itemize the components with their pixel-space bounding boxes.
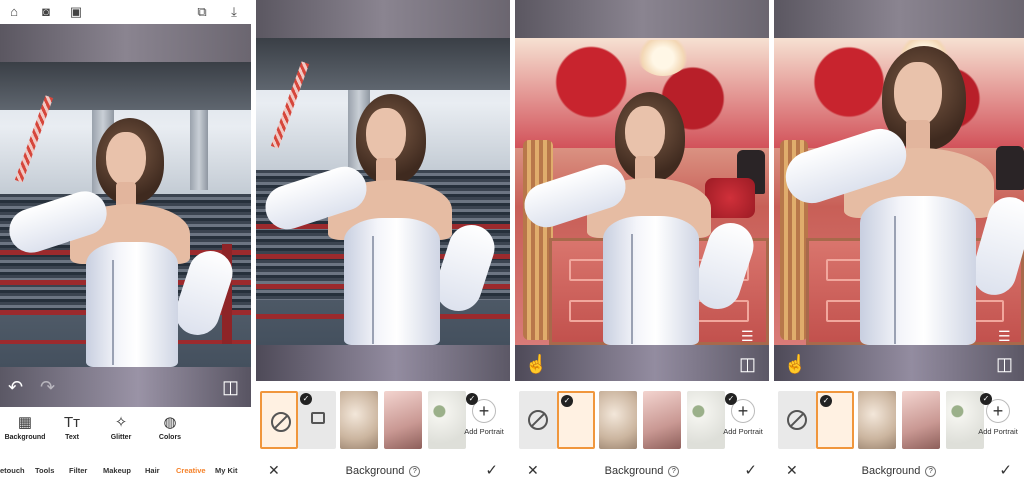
compare-icon[interactable]: ◫	[222, 377, 239, 397]
tab-my-kit[interactable]: My Kit	[215, 466, 238, 475]
image-icon	[311, 412, 325, 424]
background-editor-room: ☰ ☝ ◫ ✓ ✓ + Add Portrait ✕ Background? ✓	[515, 0, 769, 482]
tool-colors[interactable]: ◍ Colors	[145, 412, 195, 441]
upload-background-option[interactable]: ✓	[816, 391, 854, 449]
background-thumbnail[interactable]	[599, 391, 637, 449]
hand-icon[interactable]: ☝	[784, 354, 806, 374]
adjust-icon[interactable]: ☰	[998, 326, 1011, 345]
editor-bottom-bar: ✕ Background? ✓	[515, 460, 769, 482]
tool-glitter[interactable]: ✧ Glitter	[96, 412, 146, 441]
woman-figure	[774, 0, 1024, 345]
canvas-controls: ☝ ◫	[515, 345, 769, 381]
help-icon[interactable]: ?	[668, 466, 680, 477]
background-icon: ▦	[17, 414, 33, 431]
help-icon[interactable]: ?	[409, 466, 421, 477]
compare-icon[interactable]: ◫	[739, 354, 756, 374]
creative-tools: ▦ Background Tт Text ✧ Glitter ◍ Colors	[0, 412, 251, 452]
none-icon	[787, 410, 807, 430]
editor-bottom-bar: ✕ Background? ✓	[774, 460, 1024, 482]
top-toolbar: ⌂ ◙ ▣ ⧉ ⤓	[0, 0, 251, 24]
background-editor-room-scaled: ☰ ☝ ◫ ✓ ✓ + Add Portrait ✕ Background? ✓	[774, 0, 1024, 482]
upload-background-option[interactable]: ✓	[298, 391, 336, 449]
check-icon: ✓	[725, 393, 737, 405]
tab-tools[interactable]: Tools	[35, 466, 54, 475]
woman-figure	[256, 0, 510, 345]
no-background-option[interactable]	[519, 391, 557, 449]
background-editor-none: ✓ ✓ + Add Portrait ✕ Background? ✓	[256, 0, 510, 482]
add-portrait-button[interactable]: ✓ + Add Portrait	[717, 391, 769, 449]
editor-home-screen: ⌂ ◙ ▣ ⧉ ⤓ ↶ ↷ ◫ ▦ Background Tт Text ✧ G…	[0, 0, 251, 482]
none-icon	[271, 412, 291, 432]
none-icon	[528, 410, 548, 430]
background-thumbnail[interactable]	[340, 391, 378, 449]
woman-figure	[515, 0, 769, 345]
confirm-icon[interactable]: ✓	[744, 461, 757, 479]
photo-canvas[interactable]	[256, 0, 510, 345]
background-thumbnails: ✓ ✓ + Add Portrait	[774, 391, 1024, 449]
check-icon: ✓	[820, 395, 832, 407]
adjust-icon[interactable]: ☰	[741, 326, 754, 345]
background-thumbnail[interactable]	[858, 391, 896, 449]
check-icon: ✓	[980, 393, 992, 405]
editor-bottom-bar: ✕ Background? ✓	[256, 460, 510, 482]
compare-icon[interactable]: ◫	[996, 354, 1013, 374]
photo-canvas[interactable]: ☰	[515, 0, 769, 345]
confirm-icon[interactable]: ✓	[485, 461, 498, 479]
edit-history-icon[interactable]: ⧉	[194, 4, 210, 20]
camera-icon[interactable]: ◙	[38, 4, 54, 20]
add-portrait-button[interactable]: ✓ + Add Portrait	[972, 391, 1024, 449]
background-thumbnails: ✓ ✓ + Add Portrait	[256, 391, 510, 449]
confirm-icon[interactable]: ✓	[999, 461, 1012, 479]
background-thumbnail[interactable]	[384, 391, 422, 449]
hand-icon[interactable]: ☝	[525, 354, 547, 374]
glitter-icon: ✧	[114, 414, 128, 431]
canvas-controls	[256, 345, 510, 381]
download-icon[interactable]: ⤓	[226, 4, 242, 20]
undo-icon[interactable]: ↶	[8, 377, 23, 397]
colors-icon: ◍	[163, 414, 177, 431]
no-background-option[interactable]	[778, 391, 816, 449]
woman-figure	[0, 24, 251, 367]
tab-filter[interactable]: Filter	[69, 466, 87, 475]
background-thumbnails: ✓ ✓ + Add Portrait	[515, 391, 769, 449]
text-icon: Tт	[63, 414, 81, 431]
upload-background-option[interactable]: ✓	[557, 391, 595, 449]
add-portrait-button[interactable]: ✓ + Add Portrait	[458, 391, 510, 449]
editor-title: Background	[861, 465, 921, 477]
tab-retouch[interactable]: etouch	[0, 466, 25, 475]
no-background-option[interactable]	[260, 391, 298, 449]
gallery-icon[interactable]: ▣	[68, 4, 84, 20]
canvas-controls: ↶ ↷ ◫	[0, 367, 251, 407]
tab-hair[interactable]: Hair	[145, 466, 160, 475]
photo-canvas[interactable]	[0, 24, 251, 367]
photo-canvas[interactable]: ☰	[774, 0, 1024, 345]
help-icon[interactable]: ?	[925, 466, 937, 477]
category-tabs: etouch Tools Filter Makeup Hair Creative…	[0, 466, 251, 478]
redo-icon[interactable]: ↷	[40, 377, 55, 397]
check-icon: ✓	[466, 393, 478, 405]
tool-background[interactable]: ▦ Background	[0, 412, 50, 441]
background-thumbnail[interactable]	[643, 391, 681, 449]
check-icon: ✓	[561, 395, 573, 407]
canvas-controls: ☝ ◫	[774, 345, 1024, 381]
editor-title: Background	[604, 465, 664, 477]
home-icon[interactable]: ⌂	[6, 4, 22, 20]
background-thumbnail[interactable]	[902, 391, 940, 449]
editor-title: Background	[345, 465, 405, 477]
tool-text[interactable]: Tт Text	[47, 412, 97, 441]
check-icon: ✓	[300, 393, 312, 405]
tab-creative[interactable]: Creative	[176, 466, 206, 475]
tab-makeup[interactable]: Makeup	[103, 466, 131, 475]
